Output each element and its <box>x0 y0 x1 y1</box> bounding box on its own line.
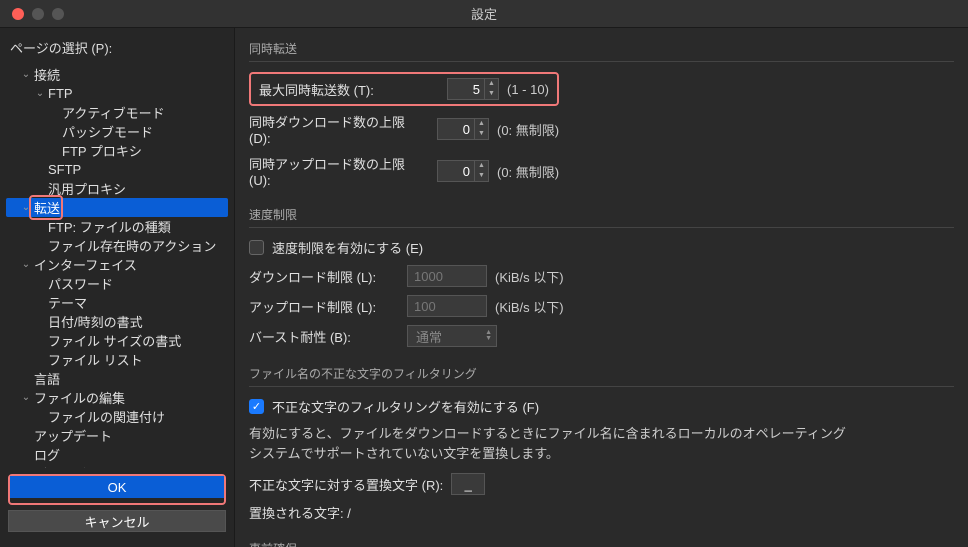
label-replace-char: 不正な文字に対する置換文字 (R): <box>249 475 443 494</box>
tree-item-13[interactable]: 日付/時刻の書式 <box>6 312 228 331</box>
tree-item-14[interactable]: ファイル サイズの書式 <box>6 331 228 350</box>
tree-item-9[interactable]: ファイル存在時のアクション <box>6 236 228 255</box>
tree-item-18[interactable]: ファイルの関連付け <box>6 407 228 426</box>
spinner-down-icon[interactable]: ▼ <box>475 129 488 139</box>
ul-limit-spinner[interactable]: ▲▼ <box>437 160 489 182</box>
tree-item-label: インターフェイス <box>32 255 137 274</box>
hint-max-transfers: (1 - 10) <box>507 82 549 97</box>
tree-item-label: パッシブモード <box>60 122 153 141</box>
hint-ul-limit: (0: 無制限) <box>497 162 559 181</box>
burst-select[interactable]: 通常 ▲▼ <box>407 325 497 347</box>
traffic-lights <box>0 8 64 20</box>
label-dl-limit: 同時ダウンロード数の上限 (D): <box>249 112 429 146</box>
max-transfers-spinner[interactable]: ▲▼ <box>447 78 499 100</box>
chevron-down-icon[interactable]: ⌄ <box>20 69 32 80</box>
tree-item-label: アップデート <box>32 426 112 445</box>
dl-speed-input[interactable] <box>407 265 487 287</box>
close-window-icon[interactable] <box>12 8 24 20</box>
replace-char-input[interactable] <box>451 473 485 495</box>
speed-enable-checkbox[interactable] <box>249 240 264 255</box>
select-down-icon: ▼ <box>485 336 492 342</box>
replaced-chars-label: 置換される文字: / <box>249 503 351 522</box>
speed-enable-label: 速度制限を有効にする (E) <box>272 238 423 257</box>
tree-item-label: FTP: ファイルの種類 <box>46 217 171 236</box>
tree-item-label: ファイルの編集 <box>32 388 125 407</box>
unit-dl-speed: (KiB/s 以下) <box>495 267 564 286</box>
tree-item-12[interactable]: テーマ <box>6 293 228 312</box>
tree-item-20[interactable]: ログ <box>6 445 228 464</box>
tree-item-7[interactable]: ⌄転送 <box>6 198 228 217</box>
tree-item-4[interactable]: FTP プロキシ <box>6 141 228 160</box>
tree-item-label: テーマ <box>46 293 87 312</box>
window-title: 設定 <box>471 4 497 23</box>
tree-item-label: 接続 <box>32 65 60 84</box>
minimize-window-icon[interactable] <box>32 8 44 20</box>
settings-tree: ⌄接続⌄FTPアクティブモードパッシブモードFTP プロキシSFTP汎用プロキシ… <box>0 65 234 468</box>
unit-ul-speed: (KiB/s 以下) <box>495 297 564 316</box>
tree-item-label: パスワード <box>46 274 113 293</box>
content-panel: 同時転送 最大同時転送数 (T): ▲▼ (1 - 10) 同時ダウンロード数の… <box>235 28 968 547</box>
filter-description: 有効にすると、ファイルをダウンロードするときにファイル名に含まれるローカルのオペ… <box>249 424 954 463</box>
section-title-speed: 速度制限 <box>249 202 954 228</box>
tree-item-label: FTP <box>46 86 73 101</box>
sidebar: ページの選択 (P): ⌄接続⌄FTPアクティブモードパッシブモードFTP プロ… <box>0 28 235 547</box>
spinner-down-icon[interactable]: ▼ <box>475 171 488 181</box>
ul-speed-input[interactable] <box>407 295 487 317</box>
tree-item-label: SFTP <box>46 162 81 177</box>
titlebar: 設定 <box>0 0 968 28</box>
tree-item-3[interactable]: パッシブモード <box>6 122 228 141</box>
label-ul-speed: アップロード制限 (L): <box>249 297 399 316</box>
tree-item-0[interactable]: ⌄接続 <box>6 65 228 84</box>
tree-item-19[interactable]: アップデート <box>6 426 228 445</box>
chevron-down-icon[interactable]: ⌄ <box>20 392 32 403</box>
spinner-up-icon[interactable]: ▲ <box>475 119 488 129</box>
burst-select-value: 通常 <box>416 327 442 346</box>
tree-item-label: アクティブモード <box>60 103 165 122</box>
max-transfers-input[interactable] <box>448 82 484 97</box>
tree-item-label: FTP プロキシ <box>60 141 142 160</box>
section-title-concurrent: 同時転送 <box>249 36 954 62</box>
tree-item-17[interactable]: ⌄ファイルの編集 <box>6 388 228 407</box>
section-prealloc: 事前確保 ダウンロード前に領域を事前確保する (A) <box>249 536 954 547</box>
tree-item-15[interactable]: ファイル リスト <box>6 350 228 369</box>
tree-item-label: ファイル存在時のアクション <box>46 236 216 255</box>
ok-button[interactable]: OK <box>10 476 224 498</box>
spinner-down-icon[interactable]: ▼ <box>485 89 498 99</box>
chevron-down-icon[interactable]: ⌄ <box>34 88 46 99</box>
chevron-down-icon[interactable]: ⌄ <box>20 259 32 270</box>
dl-limit-spinner[interactable]: ▲▼ <box>437 118 489 140</box>
tree-item-1[interactable]: ⌄FTP <box>6 84 228 103</box>
tree-item-11[interactable]: パスワード <box>6 274 228 293</box>
ul-limit-input[interactable] <box>438 164 474 179</box>
label-burst: バースト耐性 (B): <box>249 327 399 346</box>
section-title-prealloc: 事前確保 <box>249 536 954 547</box>
tree-item-label: ログ <box>32 445 60 464</box>
tree-item-2[interactable]: アクティブモード <box>6 103 228 122</box>
tree-item-label: ファイル リスト <box>46 350 143 369</box>
section-filter: ファイル名の不正な文字のフィルタリング ✓ 不正な文字のフィルタリングを有効にす… <box>249 361 954 522</box>
filter-enable-label: 不正な文字のフィルタリングを有効にする (F) <box>272 397 539 416</box>
tree-item-5[interactable]: SFTP <box>6 160 228 179</box>
cancel-button[interactable]: キャンセル <box>8 510 226 532</box>
spinner-up-icon[interactable]: ▲ <box>485 79 498 89</box>
tree-item-label: 日付/時刻の書式 <box>46 312 143 331</box>
section-speed: 速度制限 速度制限を有効にする (E) ダウンロード制限 (L): (KiB/s… <box>249 202 954 347</box>
filter-enable-checkbox[interactable]: ✓ <box>249 399 264 414</box>
section-concurrent: 同時転送 最大同時転送数 (T): ▲▼ (1 - 10) 同時ダウンロード数の… <box>249 36 954 188</box>
label-dl-speed: ダウンロード制限 (L): <box>249 267 399 286</box>
label-ul-limit: 同時アップロード数の上限 (U): <box>249 154 429 188</box>
section-title-filter: ファイル名の不正な文字のフィルタリング <box>249 361 954 387</box>
tree-item-10[interactable]: ⌄インターフェイス <box>6 255 228 274</box>
sidebar-header: ページの選択 (P): <box>0 28 234 65</box>
tree-item-label: ファイルの関連付け <box>46 407 165 426</box>
spinner-up-icon[interactable]: ▲ <box>475 161 488 171</box>
label-max-transfers: 最大同時転送数 (T): <box>259 80 439 99</box>
tree-item-label: ファイル サイズの書式 <box>46 331 181 350</box>
hint-dl-limit: (0: 無制限) <box>497 120 559 139</box>
tree-item-16[interactable]: 言語 <box>6 369 228 388</box>
zoom-window-icon[interactable] <box>52 8 64 20</box>
tree-item-label: 転送 <box>32 201 60 216</box>
tree-item-label: 言語 <box>32 369 60 388</box>
dl-limit-input[interactable] <box>438 122 474 137</box>
